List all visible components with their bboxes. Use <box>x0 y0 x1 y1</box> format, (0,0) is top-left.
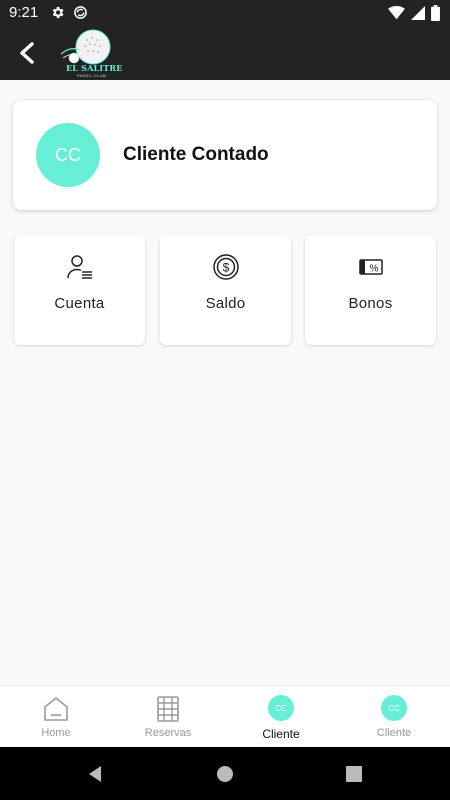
nav-label: Reservas <box>144 727 192 739</box>
tile-saldo[interactable]: $ Saldo <box>160 235 291 345</box>
logo-subtext: PADEL CLUB <box>77 73 107 78</box>
nav-avatar: CC <box>268 695 294 721</box>
svg-text:%: % <box>369 264 378 275</box>
tile-bonos[interactable]: % Bonos <box>305 235 436 345</box>
signal-icon <box>411 6 425 20</box>
back-arrow-icon <box>20 42 34 64</box>
nav-item-reservas[interactable]: Reservas <box>112 686 224 748</box>
gear-icon <box>52 6 64 19</box>
back-triangle-icon[interactable] <box>85 764 105 784</box>
wifi-icon <box>388 6 405 20</box>
logo-text: EL SALITRE <box>66 63 123 73</box>
user-list-icon <box>66 255 92 279</box>
home-circle-icon[interactable] <box>215 764 235 784</box>
status-bar: 9:21 <box>0 0 450 26</box>
nav-item-home[interactable]: Home <box>0 686 112 748</box>
status-left-icons <box>50 5 88 20</box>
back-button[interactable] <box>12 38 42 68</box>
nav-label: Home <box>41 727 71 739</box>
client-name: Cliente Contado <box>123 144 269 165</box>
recents-square-icon[interactable] <box>344 764 364 784</box>
bottom-nav: Home Reservas CC Cliente CC Cliente <box>0 685 450 747</box>
nav-item-cliente-active[interactable]: CC Cliente <box>225 686 337 748</box>
percent-voucher-icon: % <box>358 259 383 275</box>
app-bar: EL SALITRE PADEL CLUB <box>0 26 450 80</box>
nav-item-cliente[interactable]: CC Cliente <box>338 686 450 748</box>
nav-avatar: CC <box>381 695 407 721</box>
home-icon <box>44 697 68 721</box>
status-right-icons <box>388 5 440 21</box>
svg-text:$: $ <box>222 261 229 275</box>
battery-icon <box>431 5 440 21</box>
nav-label: Cliente <box>376 727 412 739</box>
client-avatar: CC <box>36 123 100 187</box>
dollar-coin-icon: $ <box>212 254 239 280</box>
client-card: CC Cliente Contado <box>13 100 437 210</box>
tile-label: Cuenta <box>54 295 105 312</box>
status-time: 9:21 <box>9 4 39 21</box>
tile-label: Saldo <box>205 295 246 312</box>
tile-label: Bonos <box>348 295 393 312</box>
system-nav-bar <box>0 747 450 800</box>
at-sign-icon <box>74 6 87 19</box>
calendar-grid-icon <box>157 696 179 722</box>
nav-label: Cliente <box>262 727 300 741</box>
tile-cuenta[interactable]: Cuenta <box>14 235 145 345</box>
